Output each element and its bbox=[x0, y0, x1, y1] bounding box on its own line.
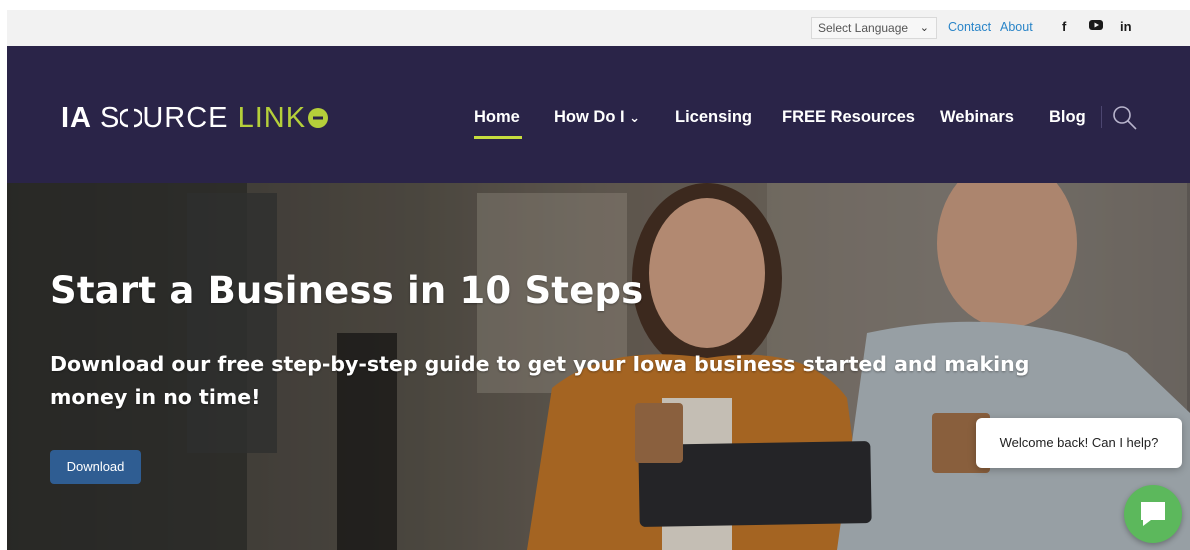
page: Select Language ⌄ Contact About f in IA … bbox=[7, 10, 1190, 550]
nav-licensing[interactable]: Licensing bbox=[675, 108, 752, 127]
nav-webinars[interactable]: Webinars bbox=[940, 108, 1014, 127]
chevron-down-icon: ⌄ bbox=[629, 110, 641, 125]
main-header: IA S URCE LINK Home How Do I ⌄ Licensing … bbox=[7, 46, 1190, 183]
logo-link: LINK bbox=[238, 102, 330, 134]
site-logo[interactable]: IA S URCE LINK bbox=[61, 102, 330, 134]
logo-ia: IA bbox=[61, 102, 91, 134]
hero-title: Start a Business in 10 Steps bbox=[50, 269, 644, 312]
hero-banner: Start a Business in 10 Steps Download ou… bbox=[7, 183, 1190, 550]
nav-free-resources[interactable]: FREE Resources bbox=[782, 108, 915, 127]
chat-launcher-button[interactable] bbox=[1124, 485, 1182, 543]
nav-active-indicator bbox=[474, 136, 522, 139]
utility-bar: Select Language ⌄ Contact About f in bbox=[7, 10, 1190, 46]
download-button[interactable]: Download bbox=[50, 450, 141, 484]
nav-divider bbox=[1101, 106, 1102, 128]
nav-how-do-i[interactable]: How Do I ⌄ bbox=[554, 108, 640, 127]
chat-icon bbox=[1141, 502, 1165, 526]
contact-link[interactable]: Contact bbox=[948, 20, 991, 34]
youtube-icon[interactable] bbox=[1089, 18, 1103, 35]
language-select-label: Select Language bbox=[818, 21, 909, 35]
chat-greeting-bubble[interactable]: Welcome back! Can I help? bbox=[976, 418, 1182, 468]
logo-source: S URCE bbox=[100, 102, 229, 134]
nav-blog[interactable]: Blog bbox=[1049, 108, 1086, 127]
search-icon[interactable] bbox=[1111, 104, 1139, 132]
language-select[interactable]: Select Language ⌄ bbox=[811, 17, 937, 39]
about-link[interactable]: About bbox=[1000, 20, 1033, 34]
nav-home[interactable]: Home bbox=[474, 108, 520, 127]
nav-how-do-i-label: How Do I bbox=[554, 108, 625, 126]
hero-subtitle: Download our free step-by-step guide to … bbox=[50, 352, 1030, 409]
chevron-down-icon: ⌄ bbox=[919, 22, 929, 34]
linkedin-icon[interactable]: in bbox=[1120, 19, 1132, 34]
facebook-icon[interactable]: f bbox=[1062, 19, 1066, 34]
